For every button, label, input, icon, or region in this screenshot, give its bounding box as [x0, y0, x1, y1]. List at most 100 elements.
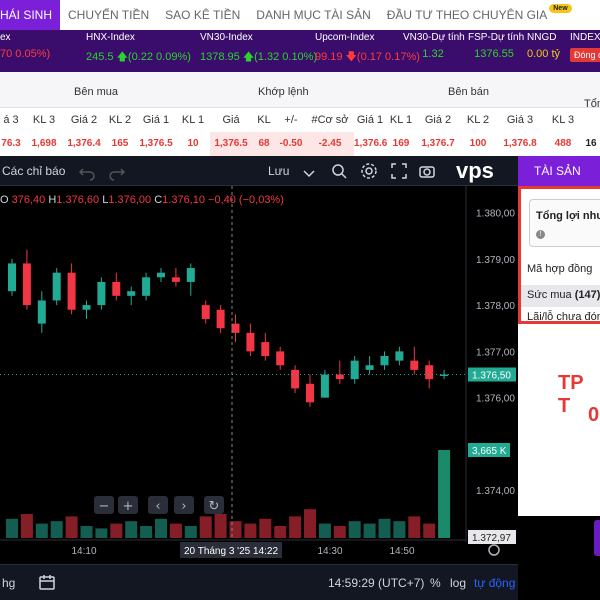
volume-bar	[125, 521, 138, 538]
column-header: Giá 1	[356, 114, 384, 126]
column-header: Giá 1	[142, 114, 170, 126]
index-vn30-est[interactable]: VN30-Dự tính 1.32	[403, 32, 465, 60]
chevron-down-icon[interactable]	[300, 164, 318, 182]
chart-toolbar: Các chỉ báo Lưu vps	[0, 156, 518, 186]
camera-icon[interactable]	[418, 162, 436, 180]
index-change: (0.22 0.09%)	[127, 51, 191, 63]
tab-expert-invest[interactable]: ĐẦU TƯ THEO CHUYÊN GIA New	[379, 0, 580, 30]
calendar-icon[interactable]	[38, 573, 56, 591]
price-tick-label: 1.374,00	[476, 486, 515, 497]
tab-assets[interactable]: TÀI SẢN	[518, 156, 600, 186]
candle-body	[8, 263, 16, 292]
column-header: Giá	[222, 114, 240, 126]
index-name: ex	[0, 32, 11, 43]
column-header: KL 2	[466, 114, 490, 126]
book-cell: 1,376.8	[503, 138, 537, 149]
volume-bar	[80, 525, 93, 538]
book-cell: 1,376.6	[354, 138, 388, 149]
redo-icon[interactable]	[108, 163, 126, 181]
candle-body	[97, 281, 106, 306]
book-cell: -0.50	[276, 132, 306, 156]
candle-body	[216, 309, 225, 329]
price-tick-label: 1.376,00	[476, 394, 515, 405]
candle-body	[380, 356, 389, 366]
index-vnindex[interactable]: ex 70 0.05%)	[0, 32, 50, 60]
candle-body	[52, 272, 61, 301]
candle-body	[231, 323, 240, 333]
chart-canvas[interactable]: 1.380,00 1.379,00 1.378,00 1.377,00 1.376,00…	[0, 186, 518, 564]
column-header: +/-	[284, 114, 298, 126]
candle-body	[320, 374, 329, 398]
crosshair-time-label: 20 Tháng 3 '25 14:22	[184, 546, 278, 557]
last-price-label: 1.376,50	[472, 371, 511, 382]
volume-bar	[363, 523, 376, 538]
index-name: VN30-Index	[200, 32, 253, 43]
book-cell: 169	[392, 138, 410, 149]
indicators-button[interactable]: Các chỉ báo	[2, 164, 65, 178]
candle-body	[291, 369, 300, 389]
index-market-status[interactable]: INDEX Đóng cử	[570, 32, 600, 62]
tab-label: ĐẦU TƯ THEO CHUYÊN GIA	[386, 8, 548, 22]
time-tick-label: 14:30	[317, 546, 342, 557]
volume-bar	[6, 518, 18, 538]
book-cell: 76.3	[1, 138, 21, 149]
reset-icon: ↻	[209, 499, 220, 514]
side-handle[interactable]	[594, 520, 600, 556]
total-profit-card[interactable]: Tổng lợi nhu !	[529, 199, 600, 247]
index-foreign[interactable]: NNGD 0.00 tỷ	[527, 32, 560, 60]
tab-statement[interactable]: SAO KÊ TIỀN	[157, 0, 248, 30]
index-value: 70 0.05%)	[0, 48, 51, 60]
log-toggle[interactable]: log	[450, 576, 466, 590]
tab-transfer[interactable]: CHUYỂN TIỀN	[60, 0, 157, 30]
ohlc-open: 376,40	[11, 194, 46, 206]
volume-bar	[140, 525, 153, 538]
timeframe-label[interactable]: hg	[2, 576, 15, 590]
price-chart[interactable]: 1.380,00 1.379,00 1.378,00 1.377,00 1.376,00…	[0, 186, 518, 564]
column-header: KL 3	[551, 114, 575, 126]
candle-body	[306, 383, 314, 403]
book-cell: 10	[187, 138, 199, 149]
arrow-up-icon: 🡅	[242, 51, 255, 63]
index-vn30[interactable]: VN30-Index 1378.95 🡅(1.32 0.10%)	[200, 32, 317, 67]
candle-body	[365, 365, 374, 370]
percent-toggle[interactable]: %	[430, 576, 441, 590]
volume-bar	[333, 525, 346, 538]
candle-body	[171, 277, 180, 282]
index-fsp-est[interactable]: FSP-Dự tính 1376.55	[468, 32, 524, 60]
ohlc-high: 1.376,60	[56, 194, 100, 206]
save-button[interactable]: Lưu	[268, 164, 289, 178]
buying-power-label: Sức mua	[527, 289, 572, 301]
undo-icon[interactable]	[78, 163, 96, 181]
book-cell: 1,698	[31, 138, 57, 149]
volume-bar	[259, 518, 272, 538]
info-icon[interactable]: !	[536, 230, 545, 239]
column-header: KL	[257, 114, 271, 126]
price-tick-label: 1.379,00	[476, 255, 515, 266]
volume-bar	[274, 525, 287, 538]
index-value: 245.5	[86, 51, 114, 63]
tab-derivatives[interactable]: HÁI SINH	[0, 0, 61, 30]
zoom-in-icon: +	[123, 499, 134, 514]
column-header: KL 1	[389, 114, 413, 126]
search-icon[interactable]	[330, 162, 348, 180]
gear-icon[interactable]	[360, 162, 378, 180]
ohlc-low: 1.376,00	[108, 194, 152, 206]
volume-bar	[35, 523, 48, 538]
ohlc-change: −0,40 (−0,03%)	[208, 194, 284, 206]
index-name: INDEX	[570, 32, 600, 43]
tab-portfolio[interactable]: DANH MỤC TÀI SẢN	[248, 0, 378, 30]
assets-summary-box: Tổng lợi nhu ! Mã hợp đồng Sức mua (147)…	[518, 186, 600, 324]
volume-bar	[393, 521, 406, 538]
arrow-down-icon: 🡇	[345, 51, 357, 63]
volume-bar	[20, 513, 33, 538]
trading-app: HÁI SINH CHUYỂN TIỀN SAO KÊ TIỀN DANH MỤ…	[0, 0, 600, 600]
index-hnx[interactable]: HNX-Index 245.5 🡅(0.22 0.09%)	[86, 32, 191, 67]
index-name: HNX-Index	[86, 32, 135, 43]
index-name: NNGD	[527, 32, 557, 43]
volume-bar	[95, 528, 108, 538]
auto-scale-toggle[interactable]: tự động	[474, 576, 515, 590]
candle-body	[246, 332, 255, 352]
candle-body	[127, 291, 136, 296]
fullscreen-icon[interactable]	[390, 162, 408, 180]
volume-bar	[110, 523, 123, 538]
